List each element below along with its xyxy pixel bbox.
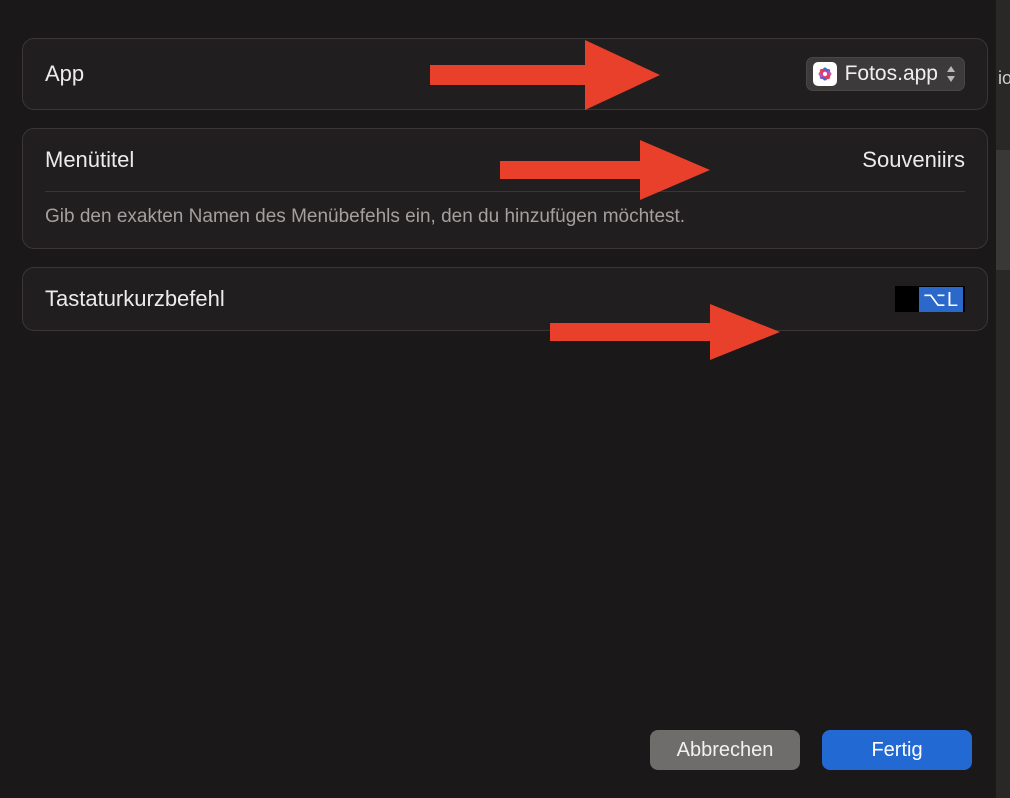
photos-app-icon xyxy=(813,62,837,86)
menu-title-label: Menütitel xyxy=(45,147,134,173)
background-window-edge: io xyxy=(996,0,1010,798)
menu-title-input[interactable]: Souveniirs xyxy=(862,147,965,173)
shortcut-input[interactable]: ⌥L xyxy=(895,286,965,312)
shortcut-row: Tastaturkurzbefehl ⌥L xyxy=(23,268,987,330)
shortcut-label: Tastaturkurzbefehl xyxy=(45,286,225,312)
done-button[interactable]: Fertig xyxy=(822,730,972,770)
app-select[interactable]: Fotos.app xyxy=(806,57,965,91)
shortcut-row-group: Tastaturkurzbefehl ⌥L xyxy=(22,267,988,331)
background-partial-text: io xyxy=(998,68,1010,89)
shortcut-value: ⌥L xyxy=(919,287,963,312)
cancel-button[interactable]: Abbrechen xyxy=(650,730,800,770)
updown-stepper-icon xyxy=(946,66,956,82)
dialog-footer: Abbrechen Fertig xyxy=(650,730,972,770)
arrow-annotation-icon xyxy=(500,140,710,200)
arrow-annotation-icon xyxy=(430,40,660,110)
menu-title-helper: Gib den exakten Namen des Menübefehls ei… xyxy=(23,192,987,248)
shortcut-dialog: App xyxy=(22,0,988,798)
app-select-value: Fotos.app xyxy=(845,62,938,86)
app-row-label: App xyxy=(45,61,84,87)
arrow-annotation-icon xyxy=(550,304,780,360)
